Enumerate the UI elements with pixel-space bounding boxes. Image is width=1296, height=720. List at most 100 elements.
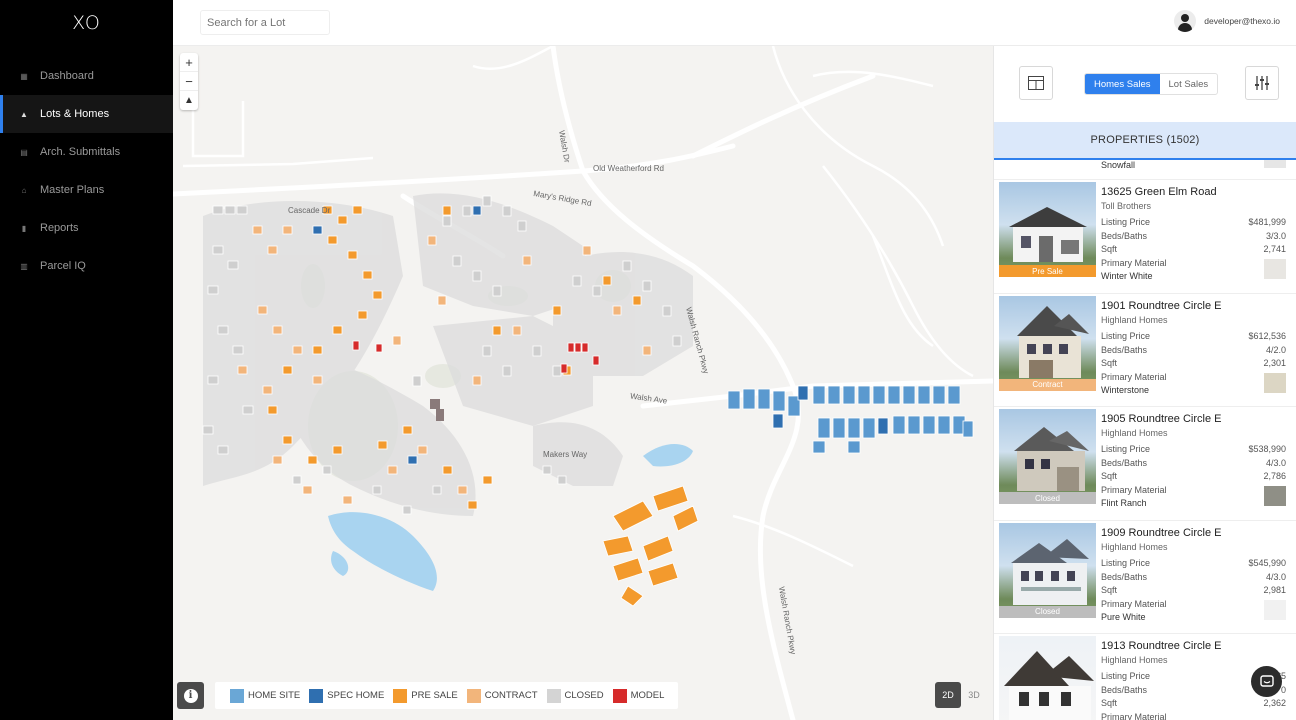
panel-toolbar: Homes Sales Lot Sales [994, 46, 1296, 122]
material-row: Primary Material [1101, 485, 1251, 495]
field-label: Sqft [1101, 357, 1118, 368]
field-label: Sqft [1101, 698, 1118, 708]
sidebar-item-label: Reports [40, 222, 79, 234]
sidebar-item-label: Master Plans [40, 184, 105, 196]
house-photo [999, 522, 1096, 618]
legend-spec-home[interactable]: SPEC HOME [309, 688, 384, 703]
tab-lot-sales[interactable]: Lot Sales [1160, 74, 1218, 94]
field-label: Listing Price [1101, 557, 1151, 568]
legend-swatch [230, 688, 244, 703]
sidebar: XO ▦ Dashboard ▲ Lots & Homes ▤ Arch. Su… [0, 0, 173, 720]
tab-homes-sales[interactable]: Homes Sales [1085, 74, 1160, 94]
legend-home-site[interactable]: HOME SITE [230, 688, 301, 703]
field-label: Beds/Baths [1101, 571, 1148, 582]
property-builder: Highland Homes [1101, 655, 1168, 665]
sidebar-item-label: Lots & Homes [40, 108, 110, 120]
search-input[interactable] [200, 10, 330, 35]
house-photo [999, 409, 1096, 504]
legend-swatch [546, 688, 561, 703]
legend-contract[interactable]: CONTRACT [466, 688, 538, 703]
legend-pre-sale[interactable]: PRE SALE [393, 688, 458, 703]
list-item[interactable]: Snowfall [994, 160, 1296, 180]
table-icon [1028, 76, 1044, 90]
info-button[interactable]: i [177, 682, 204, 709]
material-row: Primary Material [1101, 712, 1251, 720]
field-label: Listing Price [1101, 671, 1151, 681]
beds-baths: 4/3.0 [1265, 458, 1286, 468]
sidebar-item-arch-submittals[interactable]: ▤ Arch. Submittals [0, 133, 173, 171]
road-label-old-weatherford: Old Weatherford Rd [593, 164, 664, 173]
legend-swatch [393, 688, 408, 703]
field-label: Sqft [1101, 471, 1118, 481]
properties-header: PROPERTIES (1502) [994, 122, 1296, 160]
sidebar-item-label: Parcel IQ [40, 260, 86, 272]
sidebar-item-dashboard[interactable]: ▦ Dashboard [0, 57, 173, 95]
sidebar-item-lots-homes[interactable]: ▲ Lots & Homes [0, 95, 173, 133]
status-badge: Pre Sale [999, 265, 1096, 277]
field-label: Primary Material [1101, 258, 1167, 268]
beds-baths-row: Beds/Baths 4/2.0 [1101, 345, 1286, 355]
legend-swatch [612, 688, 627, 703]
sidebar-nav: ▦ Dashboard ▲ Lots & Homes ▤ Arch. Submi… [0, 57, 173, 285]
filter-button[interactable] [1245, 66, 1279, 100]
field-label: Beds/Baths [1101, 685, 1148, 695]
material-swatch [1264, 259, 1286, 279]
material-value: Flint Ranch [1101, 498, 1147, 508]
avatar[interactable] [1174, 10, 1197, 32]
zoom-in-button[interactable]: + [180, 53, 198, 72]
view-2d-button[interactable]: 2D [935, 682, 961, 708]
map-background [173, 46, 993, 720]
view-mode-toggle: 2D 3D [935, 682, 987, 708]
properties-panel: Homes Sales Lot Sales PROPERTIES (1502) … [993, 46, 1296, 720]
property-address: 1913 Roundtree Circle E [1101, 640, 1222, 652]
material-row: Primary Material [1101, 372, 1251, 382]
zoom-out-button[interactable]: − [180, 72, 198, 91]
sidebar-item-parcel-iq[interactable]: ▥ Parcel IQ [0, 247, 173, 285]
user-menu[interactable]: developer@thexo.io [1174, 10, 1280, 32]
property-card[interactable]: Closed 1905 Roundtree Circle E Highland … [994, 407, 1296, 521]
property-builder: Toll Brothers [1101, 201, 1152, 211]
table-view-button[interactable] [1019, 66, 1053, 100]
chat-button[interactable] [1251, 666, 1282, 697]
legend-label: HOME SITE [248, 690, 301, 701]
house-photo [999, 182, 1096, 277]
legend-label: PRE SALE [411, 690, 458, 701]
beds-baths-row: Beds/Baths 3/3.0 [1101, 231, 1286, 241]
sqft-row: Sqft 2,981 [1101, 585, 1286, 595]
sqft: 2,741 [1263, 244, 1286, 254]
house-photo [999, 295, 1096, 391]
listing-price-row: Listing Price $545,990 [1101, 558, 1286, 568]
field-label: Beds/Baths [1101, 458, 1148, 468]
material-value: Winter White [1101, 271, 1153, 281]
beds-baths: 4/3.0 [1265, 571, 1286, 582]
listing-price-row: Listing Price $481,999 [1101, 217, 1286, 227]
legend-swatch [466, 688, 481, 703]
map-canvas[interactable]: Old Weatherford Rd Walsh Dr Mary's Ridge… [173, 46, 993, 720]
reset-north-button[interactable]: ▲ [180, 91, 198, 110]
info-icon: i [183, 688, 198, 703]
sqft: 2,362 [1263, 698, 1286, 708]
sidebar-item-reports[interactable]: ▮ Reports [0, 209, 173, 247]
listing-price: $481,999 [1248, 217, 1286, 227]
sqft-row: Sqft 2,362 [1101, 698, 1286, 708]
field-label: Beds/Baths [1101, 231, 1148, 241]
legend-label: CONTRACT [484, 690, 538, 701]
property-card[interactable]: Pre Sale 13625 Green Elm Road Toll Broth… [994, 180, 1296, 294]
material-value: Pure White [1101, 611, 1146, 622]
legend-closed[interactable]: CLOSED [546, 688, 604, 703]
legend-model[interactable]: MODEL [612, 688, 664, 703]
field-label: Sqft [1101, 584, 1118, 595]
sqft-row: Sqft 2,786 [1101, 471, 1286, 481]
property-address: 1905 Roundtree Circle E [1101, 413, 1222, 425]
sidebar-item-master-plans[interactable]: ⌂ Master Plans [0, 171, 173, 209]
view-3d-button[interactable]: 3D [961, 682, 987, 708]
field-label: Listing Price [1101, 444, 1151, 454]
status-badge: Closed [999, 492, 1096, 504]
property-card[interactable]: Contract 1901 Roundtree Circle E Highlan… [994, 294, 1296, 407]
property-builder: Highland Homes [1101, 314, 1168, 325]
map-legend: HOME SITE SPEC HOME PRE SALE CONTRACT CL… [215, 682, 679, 709]
material-swatch [1264, 599, 1286, 620]
property-card[interactable]: Closed 1909 Roundtree Circle E Highland … [994, 521, 1296, 634]
beds-baths-row: Beds/Baths 4/3.0 [1101, 458, 1286, 468]
app-logo[interactable]: XO [0, 12, 173, 34]
